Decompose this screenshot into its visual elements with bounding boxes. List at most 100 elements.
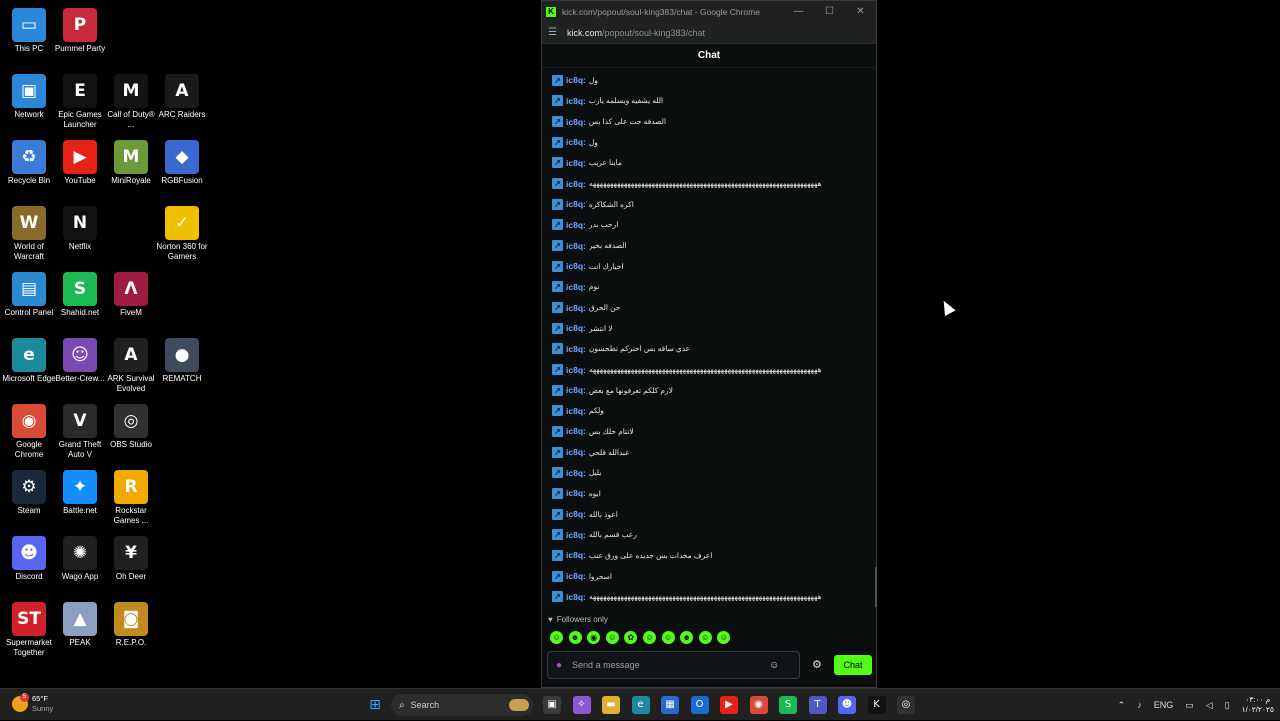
chat-message[interactable]: ↗ ic8q: حن الحرق: [542, 297, 874, 318]
chat-username[interactable]: ic8q:: [566, 592, 586, 602]
desktop-shortcut[interactable]: A ARK Survival Evolved: [103, 338, 159, 394]
emote-icon[interactable]: ☺: [605, 631, 619, 644]
chat-username[interactable]: ic8q:: [566, 406, 586, 416]
emote-icon[interactable]: ☺: [661, 631, 675, 644]
desktop-shortcut[interactable]: ◎ OBS Studio: [103, 404, 159, 450]
edge-icon[interactable]: e: [631, 696, 650, 714]
desktop-shortcut[interactable]: M MiniRoyale: [103, 140, 159, 186]
outlook-icon[interactable]: O: [690, 696, 709, 714]
desktop-shortcut[interactable]: V Grand Theft Auto V: [52, 404, 108, 460]
send-chat-button[interactable]: Chat: [834, 655, 872, 675]
emote-icon[interactable]: ☺: [642, 631, 656, 644]
chat-username[interactable]: ic8q:: [566, 550, 586, 560]
task-view-icon[interactable]: ▣: [543, 696, 561, 714]
desktop-shortcut[interactable]: ▭ This PC: [1, 8, 57, 54]
chat-message-input[interactable]: [572, 660, 768, 670]
chat-username[interactable]: ic8q:: [566, 426, 586, 436]
desktop-shortcut[interactable]: N Netflix: [52, 206, 108, 252]
chat-message[interactable]: ↗ ic8q: ايوه: [542, 483, 874, 504]
desktop-shortcut[interactable]: ⚙ Steam: [1, 470, 57, 516]
chat-username[interactable]: ic8q:: [566, 75, 586, 85]
emote-icon[interactable]: ☻: [680, 631, 694, 644]
chat-scrollbar[interactable]: [875, 567, 877, 607]
desktop-shortcut[interactable]: ▲ PEAK: [52, 602, 108, 648]
language-indicator[interactable]: ENG: [1154, 700, 1174, 710]
chat-username[interactable]: ic8q:: [566, 241, 586, 251]
chat-message[interactable]: ↗ ic8q: الصدفه بخير: [542, 235, 874, 256]
chat-username[interactable]: ic8q:: [566, 282, 586, 292]
youtube-icon[interactable]: ▶: [720, 696, 738, 714]
desktop-shortcut[interactable]: A ARC Raiders: [154, 74, 210, 120]
desktop-shortcut[interactable]: ▶ YouTube: [52, 140, 108, 186]
chat-username[interactable]: ic8q:: [566, 447, 586, 457]
store-icon[interactable]: ▦: [661, 696, 679, 714]
emote-icon[interactable]: ☺: [698, 631, 712, 644]
display-icon[interactable]: ▭: [1185, 700, 1194, 711]
chat-message-list[interactable]: ↗ ic8q: ول ↗ ic8q: الله يشفيه ويسلمه يارب ↗ ic8…: [542, 70, 874, 610]
chat-message[interactable]: ↗ ic8q: ماينا عريب: [542, 153, 874, 174]
chat-message[interactable]: ↗ ic8q: عبدالله قلحي: [542, 442, 874, 463]
copilot-icon[interactable]: ✧: [572, 696, 591, 714]
emote-bar[interactable]: ☺ ☻ ◉ ☺ ✿ ☺ ☺ ☻ ☺ ☺: [550, 631, 736, 644]
emote-icon[interactable]: ☺: [550, 631, 563, 644]
title-bar[interactable]: K kick.com/popout/soul-king383/chat - Go…: [542, 1, 876, 22]
clock[interactable]: م ٠٣:٠٠ ١/٠٢/٢٠٢٥: [1242, 695, 1274, 715]
volume-icon[interactable]: ◁: [1206, 700, 1213, 711]
desktop-shortcut[interactable]: R Rockstar Games ...: [103, 470, 159, 526]
chrome-window[interactable]: K kick.com/popout/soul-king383/chat - Go…: [541, 0, 877, 688]
chat-message[interactable]: ↗ ic8q: اعوذ بالله: [542, 504, 874, 525]
desktop-shortcut[interactable]: Λ FiveM: [103, 272, 159, 318]
chat-username[interactable]: ic8q:: [566, 323, 586, 333]
chat-message[interactable]: ↗ ic8q: الله يشفيه ويسلمه يارب: [542, 91, 874, 112]
emote-icon[interactable]: ☺: [717, 631, 731, 644]
chat-message[interactable]: ↗ ic8q: هههههههههههههههههههههههههههههههههه…: [542, 359, 874, 380]
discord-icon[interactable]: ☻: [838, 696, 856, 714]
chat-username[interactable]: ic8q:: [566, 488, 586, 498]
chat-username[interactable]: ic8q:: [566, 179, 586, 189]
weather-widget[interactable]: 5 65°F Sunny: [12, 693, 53, 714]
desktop-shortcut[interactable]: M Call of Duty® ...: [103, 74, 159, 130]
start-button[interactable]: ⊞: [366, 696, 384, 714]
desktop-shortcut[interactable]: S Shahid.net: [52, 272, 108, 318]
chat-message[interactable]: ↗ ic8q: هههههههههههههههههههههههههههههههههه…: [542, 586, 874, 607]
chat-username[interactable]: ic8q:: [566, 468, 586, 478]
chat-message[interactable]: ↗ ic8q: لا انتشر: [542, 318, 874, 339]
chat-message[interactable]: ↗ ic8q: ولكم: [542, 401, 874, 422]
chat-message[interactable]: ↗ ic8q: ول: [542, 70, 874, 91]
desktop-shortcut[interactable]: ▣ Network: [1, 74, 57, 120]
chat-message[interactable]: ↗ ic8q: نوم: [542, 277, 874, 298]
desktop-shortcut[interactable]: ◆ RGBFusion: [154, 140, 210, 186]
emote-icon[interactable]: ✿: [624, 631, 638, 644]
desktop-shortcut[interactable]: ● REMATCH: [154, 338, 210, 384]
chat-username[interactable]: ic8q:: [566, 220, 586, 230]
desktop-shortcut[interactable]: ◉ Google Chrome: [1, 404, 57, 460]
chat-username[interactable]: ic8q:: [566, 117, 586, 127]
chat-username[interactable]: ic8q:: [566, 303, 586, 313]
chat-username[interactable]: ic8q:: [566, 385, 586, 395]
microphone-icon[interactable]: ●: [556, 660, 562, 671]
emote-icon[interactable]: ☻: [568, 631, 582, 644]
chat-message[interactable]: ↗ ic8q: ارحب بدر: [542, 215, 874, 236]
chat-message[interactable]: ↗ ic8q: هههههههههههههههههههههههههههههههههه…: [542, 173, 874, 194]
desktop-shortcut[interactable]: ST Supermarket Together: [1, 602, 57, 658]
desktop-shortcut[interactable]: ✦ Battle.net: [52, 470, 108, 516]
desktop-shortcut[interactable]: e Microsoft Edge: [1, 338, 57, 384]
desktop-shortcut[interactable]: ☻ Discord: [1, 536, 57, 582]
desktop-shortcut[interactable]: ♻ Recycle Bin: [1, 140, 57, 186]
minimize-button[interactable]: —: [783, 6, 814, 17]
chat-message[interactable]: ↗ ic8q: اكره الشكاكره: [542, 194, 874, 215]
kick-icon[interactable]: K: [867, 696, 886, 714]
emote-icon[interactable]: ◉: [587, 631, 601, 644]
taskbar-search[interactable]: ⌕ Search: [391, 694, 533, 716]
chat-message[interactable]: ↗ ic8q: لاتتام خلك بس: [542, 421, 874, 442]
chevron-up-icon[interactable]: ⌃: [1118, 700, 1126, 711]
site-settings-icon[interactable]: ☰: [548, 27, 557, 38]
teams-icon[interactable]: T: [808, 696, 827, 714]
chat-message[interactable]: ↗ ic8q: اسحروا: [542, 566, 874, 587]
chat-message[interactable]: ↗ ic8q: الصدفه جت على كذا بس: [542, 111, 874, 132]
chat-message[interactable]: ↗ ic8q: يليل: [542, 462, 874, 483]
chat-username[interactable]: ic8q:: [566, 261, 586, 271]
desktop-shortcut[interactable]: P Pummel Party: [52, 8, 108, 54]
chat-input-box[interactable]: ● ☺: [547, 651, 800, 679]
chrome-icon[interactable]: ◉: [749, 696, 768, 714]
